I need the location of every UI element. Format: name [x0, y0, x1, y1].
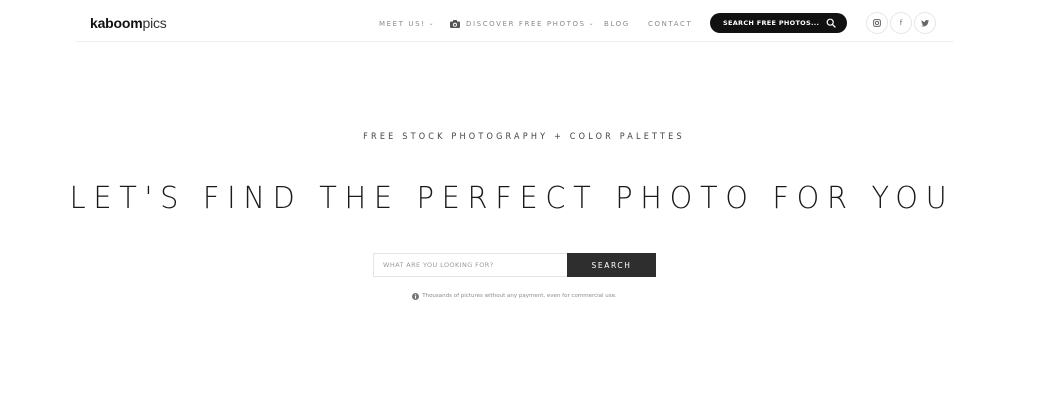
search-icon [826, 18, 836, 28]
nav-discover-free-photos[interactable]: DISCOVER FREE PHOTOS ⌄ [450, 18, 594, 30]
info-icon [412, 293, 420, 300]
social-instagram-link[interactable] [866, 12, 888, 34]
camera-icon [450, 20, 460, 28]
instagram-icon [873, 19, 881, 27]
logo-bold-text: kaboom [90, 15, 143, 31]
hero-headline: LET'S FIND THE PERFECT PHOTO FOR YOU [69, 181, 955, 216]
header-search-button[interactable]: SEARCH FREE PHOTOS... [710, 13, 847, 33]
nav-contact-label: CONTACT [648, 20, 693, 28]
nav-meet-us[interactable]: MEET US! ⌄ [379, 18, 434, 30]
hero-search-form: SEARCH [373, 253, 656, 277]
nav-discover-label: DISCOVER FREE PHOTOS [466, 20, 586, 28]
page: kaboompics MEET US! ⌄ DISCOVER FREE PHOT… [0, 0, 1048, 397]
hero-search-button[interactable]: SEARCH [567, 253, 656, 277]
site-logo[interactable]: kaboompics [90, 15, 167, 31]
chevron-down-icon: ⌄ [428, 20, 434, 27]
social-facebook-link[interactable]: f [890, 12, 912, 34]
nav-blog-label: BLOG [604, 20, 630, 28]
social-twitter-link[interactable] [914, 12, 936, 34]
logo-light-text: pics [142, 15, 167, 31]
hero-search-input[interactable] [373, 253, 567, 277]
facebook-icon: f [899, 19, 903, 27]
hero-note-text: Thousands of pictures without any paymen… [422, 293, 617, 299]
nav-blog[interactable]: BLOG [604, 18, 630, 30]
twitter-icon [921, 19, 929, 26]
header-search-label: SEARCH FREE PHOTOS... [723, 19, 820, 27]
nav-meet-us-label: MEET US! [379, 20, 426, 28]
hero-note: Thousands of pictures without any paymen… [0, 292, 1029, 301]
chevron-down-icon: ⌄ [588, 20, 594, 27]
nav-contact[interactable]: CONTACT [648, 18, 692, 30]
site-header: kaboompics MEET US! ⌄ DISCOVER FREE PHOT… [76, 0, 954, 42]
hero-tagline: FREE STOCK PHOTOGRAPHY + COLOR PALETTES [363, 132, 685, 142]
